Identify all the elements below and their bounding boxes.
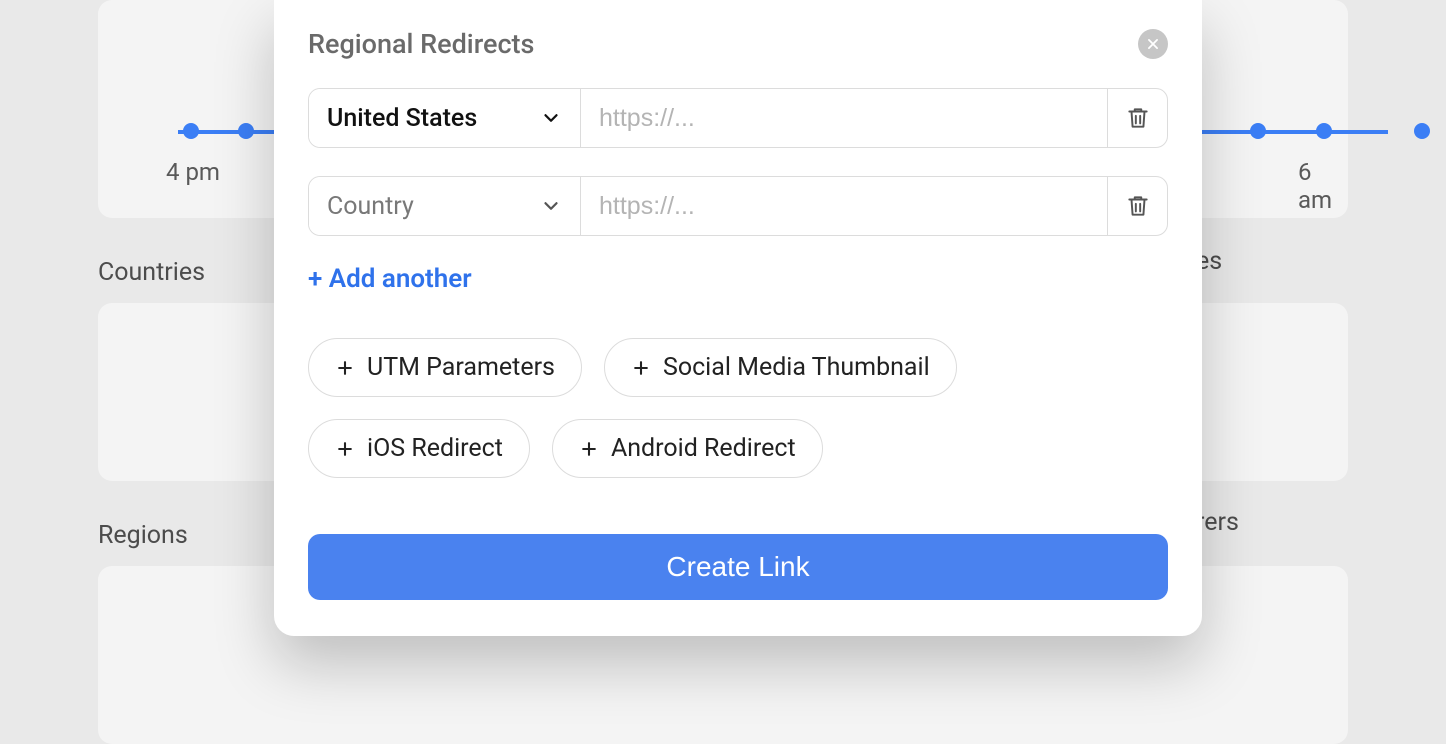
pill-utm-parameters[interactable]: UTM Parameters xyxy=(308,338,582,397)
chart-dot xyxy=(1250,123,1266,139)
chart-dot xyxy=(1316,123,1332,139)
delete-row-button[interactable] xyxy=(1107,177,1167,235)
create-link-button[interactable]: Create Link xyxy=(308,534,1168,600)
country-text: United States xyxy=(327,104,477,133)
country-select[interactable]: United States xyxy=(309,89,581,147)
country-select[interactable]: Country xyxy=(309,177,581,235)
create-link-label: Create Link xyxy=(666,551,809,582)
chart-tick-label: 6 am xyxy=(1298,158,1348,214)
chart-tick-label: 4 pm xyxy=(166,158,220,186)
pill-label: iOS Redirect xyxy=(367,434,503,463)
pill-social-thumbnail[interactable]: Social Media Thumbnail xyxy=(604,338,957,397)
close-icon xyxy=(1146,37,1160,51)
trash-icon xyxy=(1125,193,1151,219)
modal-header: Regional Redirects xyxy=(308,28,1168,60)
chart-dot xyxy=(1414,123,1430,139)
option-pills: UTM Parameters Social Media Thumbnail iO… xyxy=(308,338,1168,478)
plus-icon xyxy=(579,439,599,459)
delete-row-button[interactable] xyxy=(1107,89,1167,147)
chevron-down-icon xyxy=(540,195,562,217)
close-button[interactable] xyxy=(1138,29,1168,59)
plus-icon xyxy=(631,358,651,378)
redirect-row: Country xyxy=(308,176,1168,236)
chart-dot xyxy=(238,123,254,139)
modal-title: Regional Redirects xyxy=(308,28,534,60)
redirect-row: United States xyxy=(308,88,1168,148)
create-link-modal: Regional Redirects United States Country… xyxy=(274,0,1202,636)
add-another-label: + Add another xyxy=(308,264,472,294)
plus-icon xyxy=(335,358,355,378)
pill-label: UTM Parameters xyxy=(367,353,555,382)
peek-label: rers xyxy=(1196,508,1239,537)
pill-android-redirect[interactable]: Android Redirect xyxy=(552,419,823,478)
trash-icon xyxy=(1125,105,1151,131)
chevron-down-icon xyxy=(540,107,562,129)
pill-label: Social Media Thumbnail xyxy=(663,353,930,382)
pill-ios-redirect[interactable]: iOS Redirect xyxy=(308,419,530,478)
add-another-link[interactable]: + Add another xyxy=(308,264,472,294)
plus-icon xyxy=(335,439,355,459)
country-placeholder: Country xyxy=(327,192,414,221)
redirect-url-input[interactable] xyxy=(581,89,1107,147)
redirect-url-input[interactable] xyxy=(581,177,1107,235)
chart-dot xyxy=(183,123,199,139)
pill-label: Android Redirect xyxy=(611,434,796,463)
